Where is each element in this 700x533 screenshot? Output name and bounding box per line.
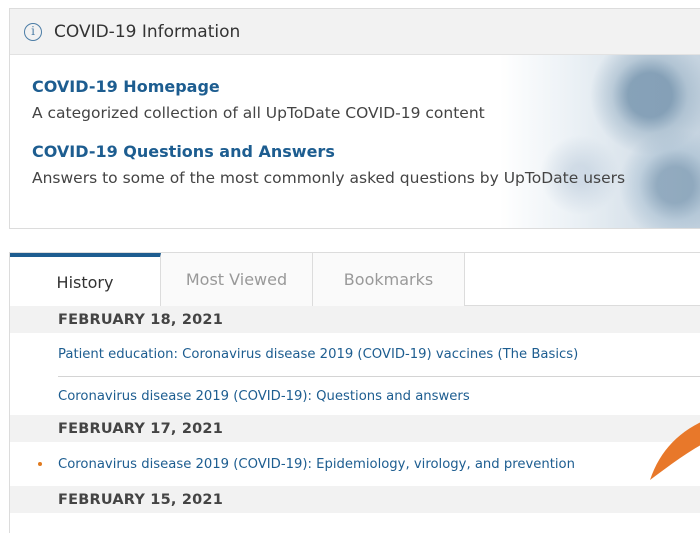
covid-homepage-link[interactable]: COVID-19 Homepage	[32, 77, 625, 96]
covid-qa-link[interactable]: COVID-19 Questions and Answers	[32, 142, 625, 161]
tab-bar: History Most Viewed Bookmarks	[10, 253, 700, 307]
covid-info-header: i COVID-19 Information	[10, 9, 700, 55]
orange-swoosh-graphic	[650, 422, 700, 480]
recent-dot-icon	[38, 462, 42, 466]
history-item-label: Coronavirus disease 2019 (COVID-19): Epi…	[58, 456, 575, 472]
date-header: FEBRUARY 15, 2021	[10, 486, 700, 513]
tab-most-viewed[interactable]: Most Viewed	[161, 253, 313, 306]
history-panel: History Most Viewed Bookmarks FEBRUARY 1…	[9, 252, 700, 533]
history-item[interactable]: Coronavirus disease 2019 (COVID-19): Epi…	[10, 442, 700, 486]
covid-item-homepage: COVID-19 Homepage A categorized collecti…	[32, 77, 625, 122]
info-icon: i	[24, 22, 42, 41]
covid-qa-description: Answers to some of the most commonly ask…	[32, 169, 626, 187]
history-item[interactable]: Coronavirus disease 2019 (COVID-19): Que…	[10, 377, 700, 415]
history-item[interactable]: Patient education: Coronavirus disease 2…	[58, 333, 700, 377]
covid-info-panel: i COVID-19 Information COVID-19 Homepage…	[9, 8, 700, 229]
covid-homepage-description: A categorized collection of all UpToDate…	[32, 104, 485, 122]
covid-info-title: COVID-19 Information	[54, 21, 241, 42]
date-header: FEBRUARY 18, 2021	[10, 306, 700, 333]
tab-history[interactable]: History	[10, 253, 161, 307]
history-list: FEBRUARY 18, 2021 Patient education: Cor…	[10, 306, 700, 513]
tab-bookmarks[interactable]: Bookmarks	[313, 253, 465, 306]
covid-item-qa: COVID-19 Questions and Answers Answers t…	[32, 142, 625, 187]
date-header: FEBRUARY 17, 2021	[10, 415, 700, 442]
covid-links: COVID-19 Homepage A categorized collecti…	[32, 77, 625, 187]
